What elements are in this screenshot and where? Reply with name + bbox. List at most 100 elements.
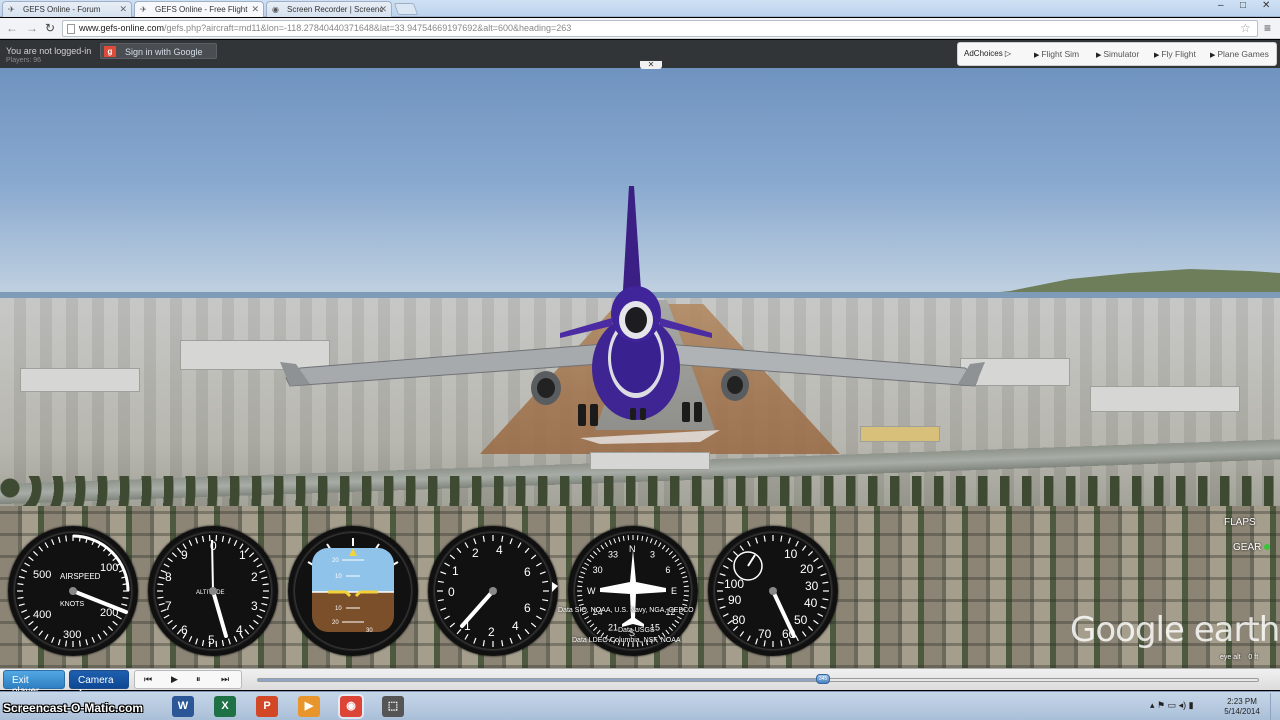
map-credit: Data LDEO-Columbia, NSF, NOAA — [572, 637, 681, 644]
mouse-cursor-icon — [552, 582, 558, 592]
adchoices-label[interactable]: AdChoices ▷ — [964, 49, 1011, 58]
close-header-icon[interactable]: ✕ — [640, 61, 662, 69]
heading-label: E — [671, 586, 677, 596]
playback-controls: ⏮ ▶ ⏸ ⏭ — [134, 670, 242, 689]
rewind-icon[interactable]: ⏮ — [144, 674, 152, 685]
play-icon[interactable]: ▶ — [171, 674, 178, 685]
menu-icon[interactable]: ≡ — [1264, 21, 1271, 35]
timeline-slider[interactable]: 345 — [257, 674, 1259, 684]
svg-text:1: 1 — [239, 548, 246, 562]
svg-text:100: 100 — [100, 562, 118, 574]
heading-label: N — [629, 544, 636, 554]
ad-link-fly-flight[interactable]: Fly Flight — [1154, 49, 1195, 59]
minimize-icon[interactable]: – — [1218, 0, 1224, 11]
reload-icon[interactable]: ↻ — [45, 21, 55, 35]
flaps-indicator: FLAPS — [1224, 517, 1256, 528]
google-icon: g — [104, 46, 116, 57]
new-tab-button[interactable] — [393, 3, 419, 15]
snipping-tool-icon[interactable]: ⬚ — [382, 696, 404, 717]
svg-text:300: 300 — [63, 629, 81, 641]
svg-text:2: 2 — [251, 570, 258, 584]
media-player-icon[interactable]: ▶ — [298, 696, 320, 717]
sign-in-google-button[interactable]: g Sign in with Google — [100, 43, 217, 59]
svg-text:10: 10 — [335, 606, 342, 612]
tab-gefs-free-flight[interactable]: ✈ GEFS Online - Free Flight ✕ — [134, 1, 264, 17]
browser-toolbar: ← → ↻ www.gefs-online.com/gefs.php?aircr… — [0, 18, 1280, 39]
airspeed-unit: KNOTS — [60, 601, 84, 608]
pause-icon[interactable]: ⏸ — [196, 674, 201, 685]
bookmark-star-icon[interactable]: ☆ — [1240, 21, 1251, 35]
close-tab-icon[interactable]: ✕ — [119, 4, 127, 15]
close-tab-icon[interactable]: ✕ — [379, 4, 387, 15]
ad-link-plane-games[interactable]: Plane Games — [1210, 49, 1269, 59]
powerpoint-icon[interactable]: P — [256, 696, 278, 717]
tab-screen-recorder[interactable]: ◉ Screen Recorder | Screenc ✕ — [266, 1, 392, 17]
altimeter: 0 1 2 3 4 5 6 7 8 9 ALTITUDE — [148, 526, 278, 656]
recorder-favicon-icon: ◉ — [272, 5, 279, 14]
fast-forward-icon[interactable]: ⏭ — [221, 674, 229, 685]
vertical-speed-indicator: 0 1 2 4 6 4 2 1 6 — [428, 526, 558, 656]
system-clock[interactable]: 2:23 PM 5/14/2014 — [1218, 697, 1266, 717]
clock-date: 5/14/2014 — [1224, 707, 1260, 716]
close-tab-icon[interactable]: ✕ — [251, 4, 259, 15]
tab-label: GEFS Online - Forum — [23, 5, 101, 14]
login-message: You are not logged-in — [6, 46, 92, 56]
svg-text:4: 4 — [236, 623, 243, 637]
svg-text:5: 5 — [208, 633, 215, 647]
taskbar: Screencast-O-Matic.com W X P ▶ ◉ ⬚ ▴ ⚑ ▭ ◂) ▮… — [0, 691, 1280, 720]
ad-link-simulator[interactable]: Simulator — [1096, 49, 1139, 59]
svg-text:1: 1 — [452, 564, 459, 578]
exit-player-button[interactable]: Exit player — [3, 670, 65, 697]
flight-viewport[interactable]: AIRSPEED KNOTS 100 200 300 400 500 0 1 2… — [0, 68, 1280, 668]
maximize-icon[interactable]: □ — [1240, 0, 1246, 11]
heading-label: 33 — [608, 550, 618, 560]
svg-text:70: 70 — [758, 627, 772, 641]
svg-text:8: 8 — [165, 570, 172, 584]
svg-text:10: 10 — [335, 574, 342, 580]
tab-gefs-forum[interactable]: ✈ GEFS Online - Forum ✕ — [2, 1, 132, 17]
svg-text:4: 4 — [496, 543, 503, 557]
back-arrow-icon[interactable]: ← — [6, 21, 18, 35]
word-icon[interactable]: W — [172, 696, 194, 717]
svg-text:20: 20 — [800, 562, 814, 576]
timeline-handle[interactable]: 345 — [816, 674, 830, 684]
svg-text:6: 6 — [524, 565, 531, 579]
svg-text:4: 4 — [512, 619, 519, 633]
svg-text:6: 6 — [524, 601, 531, 615]
tab-strip: ✈ GEFS Online - Forum ✕ ✈ GEFS Online - … — [0, 0, 1280, 17]
system-tray-icons[interactable]: ▴ ⚑ ▭ ◂) ▮ — [1150, 700, 1194, 711]
svg-text:0: 0 — [448, 585, 455, 599]
airspeed-title: AIRSPEED — [60, 572, 101, 581]
forward-arrow-icon[interactable]: → — [26, 21, 38, 35]
tachometer: 10 20 30 40 50 60 70 80 90 100 — [708, 526, 838, 656]
timeline-fill — [258, 679, 823, 681]
excel-icon[interactable]: X — [214, 696, 236, 717]
clock-time: 2:23 PM — [1227, 697, 1257, 706]
svg-text:90: 90 — [728, 593, 742, 607]
svg-text:2: 2 — [472, 546, 479, 560]
gefs-favicon-icon: ✈ — [8, 5, 15, 14]
gefs-favicon-icon: ✈ — [140, 5, 147, 14]
svg-text:2: 2 — [488, 625, 495, 639]
ad-link-flight-sim[interactable]: Flight Sim — [1034, 49, 1079, 59]
svg-text:40: 40 — [804, 596, 818, 610]
svg-text:400: 400 — [33, 609, 51, 621]
screencast-watermark: Screencast-O-Matic.com — [3, 701, 144, 715]
airspeed-indicator: AIRSPEED KNOTS 100 200 300 400 500 — [8, 526, 138, 656]
close-window-icon[interactable]: ✕ — [1262, 0, 1270, 11]
player-controls: Exit player Camera ▴ ⏮ ▶ ⏸ ⏭ 345 — [0, 668, 1280, 697]
svg-text:7: 7 — [165, 599, 172, 613]
camera-button[interactable]: Camera ▴ — [69, 670, 129, 697]
url-path: /gefs.php?aircraft=md11&lon=-118.2784044… — [164, 23, 572, 33]
heading-label: 6 — [665, 565, 670, 575]
google-earth-logo: Google earth — [1070, 610, 1280, 650]
sign-in-label: Sign in with Google — [125, 47, 203, 57]
svg-text:9: 9 — [181, 548, 188, 562]
chrome-icon[interactable]: ◉ — [340, 696, 362, 717]
tab-label: Screen Recorder | Screenc — [287, 5, 384, 14]
attitude-indicator: 20 10 10 20 30 — [288, 526, 418, 656]
show-desktop-button[interactable] — [1270, 693, 1279, 720]
players-count: Players: 96 — [6, 57, 42, 64]
svg-text:20: 20 — [332, 558, 339, 564]
address-bar[interactable]: www.gefs-online.com/gefs.php?aircraft=md… — [62, 20, 1258, 37]
